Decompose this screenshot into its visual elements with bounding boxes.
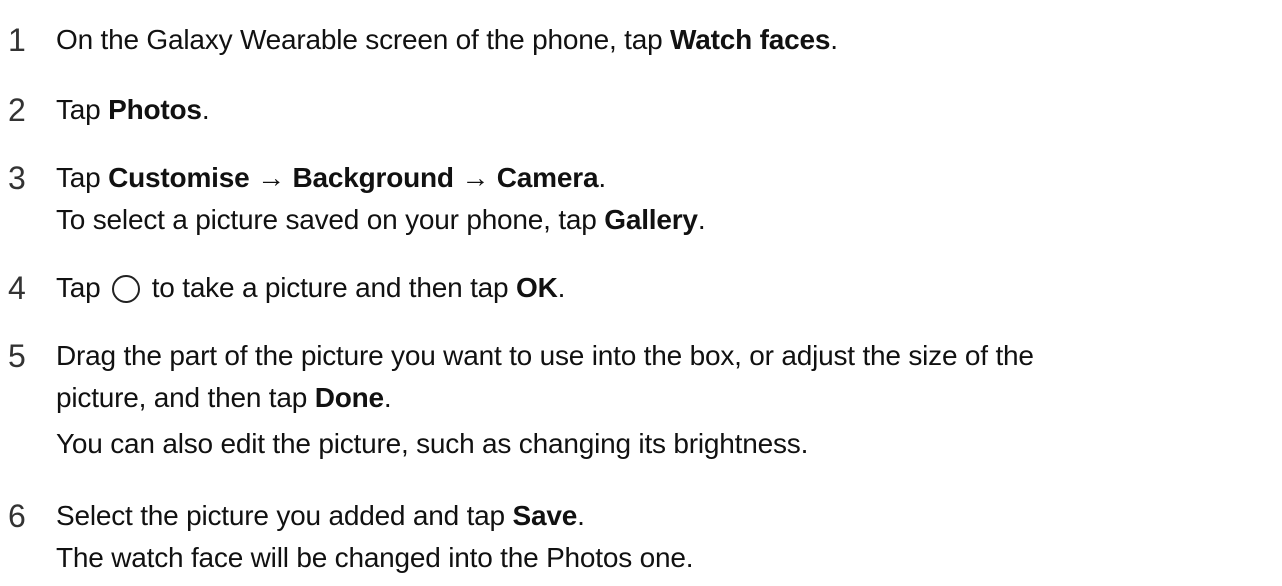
text: The watch face will be changed into the …: [56, 542, 694, 573]
step-number: 4: [8, 270, 26, 306]
text: To select a picture saved on your phone,…: [56, 204, 605, 235]
step-text: Tap to take a picture and then tap OK.: [56, 270, 565, 306]
ui-term: Done: [314, 382, 384, 413]
ui-term: Watch faces: [670, 24, 831, 55]
ui-term: Background: [292, 162, 454, 193]
step-number: 1: [8, 22, 26, 58]
text: Drag the part of the picture you want to…: [56, 340, 1034, 371]
step-subtext: You can also edit the picture, such as c…: [56, 426, 808, 462]
text: .: [557, 272, 566, 303]
ui-term: Gallery: [604, 204, 698, 235]
text: .: [830, 24, 838, 55]
text: to take a picture and then tap: [144, 272, 516, 303]
step-text: Drag the part of the picture you want to…: [56, 338, 1034, 374]
ui-term: Camera: [496, 162, 599, 193]
step-number: 5: [8, 338, 26, 374]
text: Tap: [56, 162, 109, 193]
text: .: [201, 94, 210, 125]
step-subtext: The watch face will be changed into the …: [56, 540, 694, 576]
ui-term: Photos: [108, 94, 202, 125]
text: .: [383, 382, 392, 413]
step-number: 3: [8, 160, 26, 196]
text: On the Galaxy Wearable screen of the pho…: [56, 24, 671, 55]
step-number: 2: [8, 92, 26, 128]
text: .: [577, 500, 585, 531]
text: picture, and then tap: [56, 382, 315, 413]
shutter-circle-icon: [112, 275, 141, 303]
step-text: Tap Customise → Background → Camera.: [56, 160, 606, 196]
ui-term: OK: [516, 272, 558, 303]
text: You can also edit the picture, such as c…: [56, 428, 809, 459]
instruction-page: 1 On the Galaxy Wearable screen of the p…: [0, 0, 1282, 586]
arrow: →: [453, 162, 497, 193]
text: Select the picture you added and tap: [56, 500, 513, 531]
ui-term: Customise: [108, 162, 250, 193]
ui-term: Save: [512, 500, 578, 531]
text: Tap: [56, 272, 109, 303]
text: .: [598, 162, 606, 193]
text: .: [697, 204, 706, 235]
step-text: Select the picture you added and tap Sav…: [56, 498, 585, 534]
step-text-cont: picture, and then tap Done.: [56, 380, 392, 416]
step-text: Tap Photos.: [56, 92, 210, 128]
arrow: →: [249, 162, 293, 193]
step-number: 6: [8, 498, 26, 534]
step-text: On the Galaxy Wearable screen of the pho…: [56, 22, 838, 58]
text: Tap: [56, 94, 109, 125]
step-subtext: To select a picture saved on your phone,…: [56, 202, 706, 238]
